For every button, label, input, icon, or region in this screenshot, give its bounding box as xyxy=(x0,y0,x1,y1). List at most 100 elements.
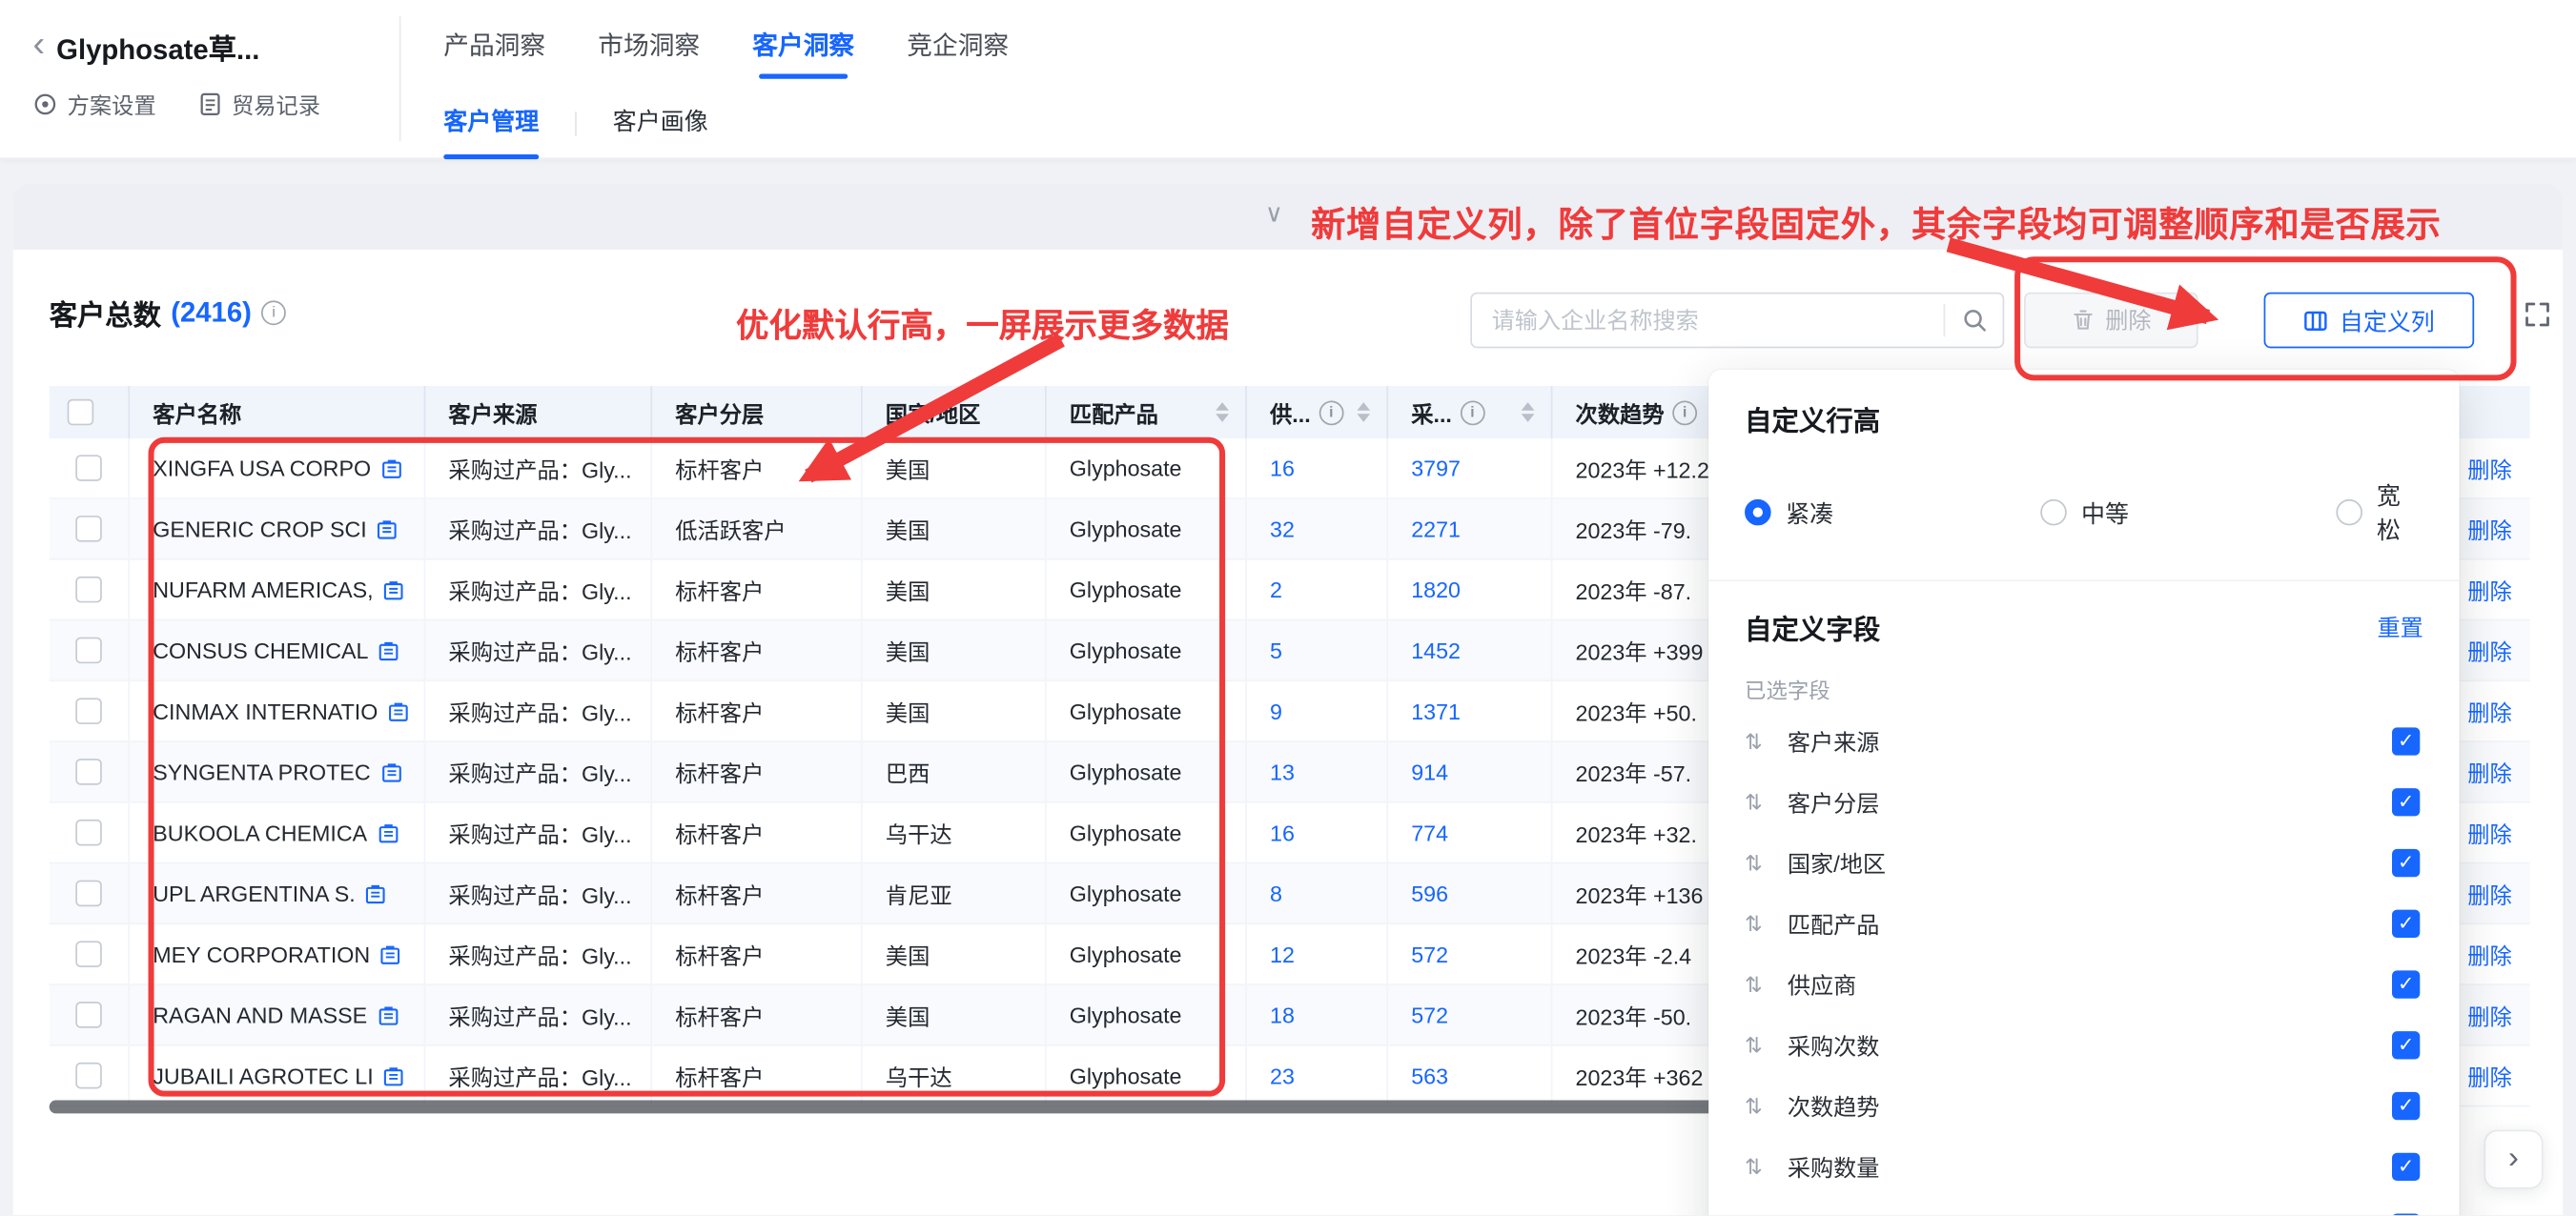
company-detail-icon[interactable] xyxy=(377,518,398,539)
company-detail-icon[interactable] xyxy=(383,1065,404,1086)
sort-icon[interactable] xyxy=(1216,402,1229,422)
nav-trade-records[interactable]: 贸易记录 xyxy=(199,87,321,119)
purchases-count-link[interactable]: 572 xyxy=(1386,924,1550,983)
company-detail-icon[interactable] xyxy=(378,1004,399,1025)
row-delete-link[interactable]: 删除 xyxy=(2448,499,2530,558)
row-checkbox[interactable] xyxy=(75,516,102,542)
row-checkbox[interactable] xyxy=(75,638,102,664)
drag-handle-icon[interactable]: ⇅ xyxy=(1745,1032,1771,1059)
tab-customer-profile[interactable]: 客户画像 xyxy=(613,104,708,160)
suppliers-count-link[interactable]: 32 xyxy=(1245,499,1386,558)
row-delete-link[interactable]: 删除 xyxy=(2448,620,2530,679)
row-delete-link[interactable]: 删除 xyxy=(2448,924,2530,983)
purchases-count-link[interactable]: 572 xyxy=(1386,985,1550,1044)
row-delete-link[interactable]: 删除 xyxy=(2448,1046,2530,1105)
suppliers-count-link[interactable]: 16 xyxy=(1245,803,1386,862)
row-height-option[interactable]: 紧凑 xyxy=(1745,496,2040,530)
tab-customer-management[interactable]: 客户管理 xyxy=(443,104,539,160)
company-detail-icon[interactable] xyxy=(380,943,401,964)
field-checkbox[interactable]: ✓ xyxy=(2392,1153,2420,1181)
row-checkbox[interactable] xyxy=(75,455,102,481)
company-detail-icon[interactable] xyxy=(380,761,401,782)
sort-icon[interactable] xyxy=(1357,402,1370,422)
sort-icon[interactable] xyxy=(1522,402,1535,422)
tab-competitor-insight[interactable]: 竞企洞察 xyxy=(907,27,1009,79)
search-icon[interactable] xyxy=(1962,307,1989,341)
company-detail-icon[interactable] xyxy=(378,639,399,660)
purchases-count-link[interactable]: 1820 xyxy=(1386,560,1550,619)
company-detail-icon[interactable] xyxy=(380,457,401,478)
reset-link[interactable]: 重置 xyxy=(2377,611,2423,643)
tab-customer-insight[interactable]: 客户洞察 xyxy=(752,27,854,79)
row-delete-link[interactable]: 删除 xyxy=(2448,438,2530,497)
field-checkbox[interactable]: ✓ xyxy=(2392,788,2420,816)
drag-handle-icon[interactable]: ⇅ xyxy=(1745,789,1771,816)
drag-handle-icon[interactable]: ⇅ xyxy=(1745,971,1771,998)
company-detail-icon[interactable] xyxy=(365,882,386,903)
back-icon[interactable]: ‹ xyxy=(32,28,45,60)
row-checkbox[interactable] xyxy=(75,698,102,724)
row-checkbox[interactable] xyxy=(75,759,102,785)
drag-handle-icon[interactable]: ⇅ xyxy=(1745,1214,1771,1215)
suppliers-count-link[interactable]: 13 xyxy=(1245,742,1386,801)
company-detail-icon[interactable] xyxy=(383,578,404,599)
row-checkbox[interactable] xyxy=(75,881,102,907)
fullscreen-icon[interactable] xyxy=(2524,300,2551,336)
info-icon[interactable]: i xyxy=(261,300,286,325)
nav-plan-settings[interactable]: 方案设置 xyxy=(32,87,155,119)
suppliers-count-link[interactable]: 23 xyxy=(1245,1046,1386,1105)
purchases-count-link[interactable]: 914 xyxy=(1386,742,1550,801)
suppliers-count-link[interactable]: 2 xyxy=(1245,560,1386,619)
suppliers-count-link[interactable]: 8 xyxy=(1245,863,1386,922)
tab-market-insight[interactable]: 市场洞察 xyxy=(598,27,700,79)
row-checkbox[interactable] xyxy=(75,1063,102,1089)
row-delete-link[interactable]: 删除 xyxy=(2448,742,2530,801)
delete-button[interactable]: 删除 xyxy=(2024,293,2198,349)
row-checkbox[interactable] xyxy=(75,577,102,603)
tab-product-insight[interactable]: 产品洞察 xyxy=(443,27,545,79)
info-icon[interactable]: i xyxy=(1672,400,1697,425)
row-height-option[interactable]: 宽松 xyxy=(2336,477,2423,546)
field-checkbox[interactable]: ✓ xyxy=(2392,849,2420,877)
row-delete-link[interactable]: 删除 xyxy=(2448,985,2530,1044)
search-input[interactable] xyxy=(1470,293,2004,349)
suppliers-count-link[interactable]: 12 xyxy=(1245,924,1386,983)
drag-handle-icon[interactable]: ⇅ xyxy=(1745,850,1771,877)
row-checkbox[interactable] xyxy=(75,941,102,967)
drag-handle-icon[interactable]: ⇅ xyxy=(1745,728,1771,755)
next-page-button[interactable]: › xyxy=(2484,1130,2543,1189)
purchases-count-link[interactable]: 1452 xyxy=(1386,620,1550,679)
field-checkbox[interactable]: ✓ xyxy=(2392,1092,2420,1120)
drag-handle-icon[interactable]: ⇅ xyxy=(1745,1154,1771,1181)
drag-handle-icon[interactable]: ⇅ xyxy=(1745,911,1771,938)
suppliers-count-link[interactable]: 18 xyxy=(1245,985,1386,1044)
suppliers-count-link[interactable]: 16 xyxy=(1245,438,1386,497)
company-detail-icon[interactable] xyxy=(378,821,399,842)
field-checkbox[interactable]: ✓ xyxy=(2392,1213,2420,1215)
suppliers-count-link[interactable]: 9 xyxy=(1245,681,1386,740)
suppliers-count-link[interactable]: 5 xyxy=(1245,620,1386,679)
purchases-count-link[interactable]: 774 xyxy=(1386,803,1550,862)
row-delete-link[interactable]: 删除 xyxy=(2448,681,2530,740)
row-delete-link[interactable]: 删除 xyxy=(2448,863,2530,922)
purchases-count-link[interactable]: 3797 xyxy=(1386,438,1550,497)
field-checkbox[interactable]: ✓ xyxy=(2392,1031,2420,1059)
field-checkbox[interactable]: ✓ xyxy=(2392,727,2420,755)
custom-columns-button[interactable]: 自定义列 xyxy=(2264,293,2475,349)
row-checkbox[interactable] xyxy=(75,820,102,846)
info-icon[interactable]: i xyxy=(1319,400,1343,425)
chevron-down-icon[interactable]: ∨ xyxy=(1265,199,1283,229)
purchases-count-link[interactable]: 2271 xyxy=(1386,499,1550,558)
horizontal-scrollbar-thumb[interactable] xyxy=(50,1101,1788,1114)
select-all-checkbox[interactable] xyxy=(68,399,94,426)
purchases-count-link[interactable]: 563 xyxy=(1386,1046,1550,1105)
row-checkbox[interactable] xyxy=(75,1002,102,1028)
field-checkbox[interactable]: ✓ xyxy=(2392,970,2420,998)
field-checkbox[interactable]: ✓ xyxy=(2392,910,2420,938)
row-delete-link[interactable]: 删除 xyxy=(2448,803,2530,862)
purchases-count-link[interactable]: 1371 xyxy=(1386,681,1550,740)
info-icon[interactable]: i xyxy=(1461,400,1485,425)
purchases-count-link[interactable]: 596 xyxy=(1386,863,1550,922)
drag-handle-icon[interactable]: ⇅ xyxy=(1745,1093,1771,1120)
row-height-option[interactable]: 中等 xyxy=(2040,496,2336,530)
